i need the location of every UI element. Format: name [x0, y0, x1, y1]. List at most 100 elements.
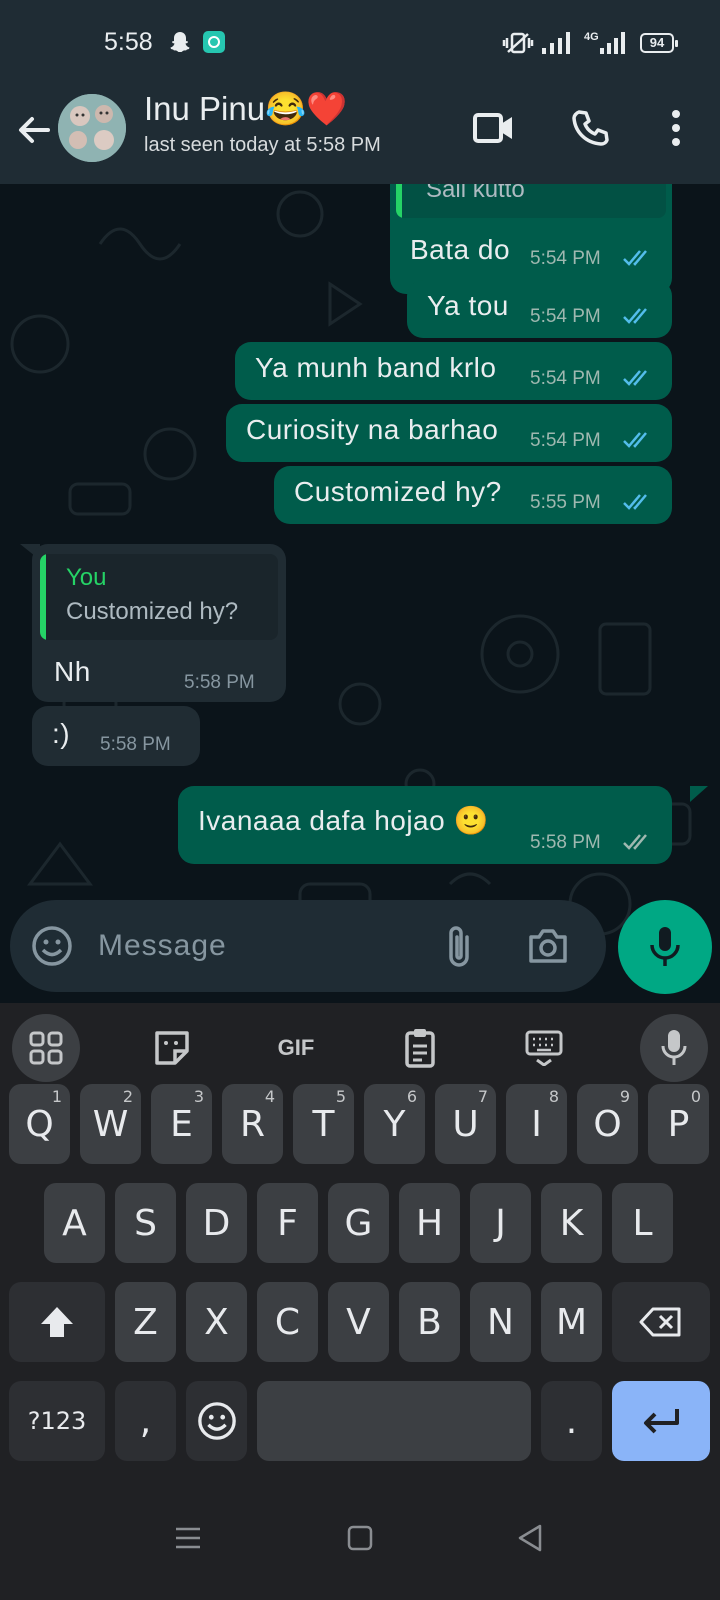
avatar[interactable] [58, 94, 126, 162]
back-button[interactable] [14, 110, 54, 150]
key-b[interactable]: B [399, 1282, 460, 1362]
key-z[interactable]: Z [115, 1282, 176, 1362]
sticker-button[interactable] [138, 1014, 206, 1082]
signal-4g-icon: 4G [584, 30, 630, 60]
key-a[interactable]: A [44, 1183, 105, 1263]
read-ticks-icon [623, 250, 647, 266]
key-l[interactable]: L [612, 1183, 673, 1263]
voice-call-button[interactable] [566, 104, 614, 152]
key-w[interactable]: 2W [80, 1084, 141, 1164]
key-y[interactable]: 6Y [364, 1084, 425, 1164]
key-v[interactable]: V [328, 1282, 389, 1362]
home-button[interactable] [338, 1516, 382, 1560]
key-u[interactable]: 7U [435, 1084, 496, 1164]
message-input[interactable] [98, 920, 428, 972]
message-bubble[interactable]: Customized hy? 5:55 PM [274, 466, 672, 524]
key-m[interactable]: M [541, 1282, 602, 1362]
message-text: Ivanaaa dafa hojao 🙂 [198, 805, 489, 836]
key-i[interactable]: 8I [506, 1084, 567, 1164]
emoji-icon [197, 1402, 236, 1440]
quote-author: You [66, 564, 107, 591]
key-hint: 0 [690, 1087, 701, 1106]
key-g[interactable]: G [328, 1183, 389, 1263]
key-q[interactable]: 1Q [9, 1084, 70, 1164]
video-call-button[interactable] [470, 104, 518, 152]
key-n[interactable]: N [470, 1282, 531, 1362]
more-options-button[interactable] [652, 104, 700, 152]
key-label: . [565, 1400, 578, 1442]
quoted-message[interactable]: You Customized hy? [40, 554, 278, 640]
camera-icon [529, 929, 567, 963]
gif-button[interactable]: GIF [262, 1014, 330, 1082]
voice-record-button[interactable] [618, 900, 712, 994]
key-p[interactable]: 0P [648, 1084, 709, 1164]
camera-button[interactable] [524, 922, 572, 970]
keyboard-settings-button[interactable] [510, 1014, 578, 1082]
back-nav-button[interactable] [508, 1516, 552, 1560]
phone-icon [572, 110, 609, 146]
chat-area[interactable]: Sali kutto Bata do 5:54 PM Ya tou 5:54 P… [0, 184, 720, 1000]
key-h[interactable]: H [399, 1183, 460, 1263]
video-call-icon [473, 113, 512, 143]
message-text: Nh [54, 656, 91, 687]
key-k[interactable]: K [541, 1183, 602, 1263]
message-bubble[interactable]: Curiosity na barhao 5:54 PM [226, 404, 672, 462]
key-label: R [239, 1103, 265, 1145]
message-text: Ya munh band krlo [255, 352, 497, 383]
key-x[interactable]: X [186, 1282, 247, 1362]
message-time: 5:54 PM [530, 430, 601, 451]
key-j[interactable]: J [470, 1183, 531, 1263]
chat-header: Inu Pinu😂❤️ last seen today at 5:58 PM [0, 88, 720, 184]
quoted-text: Customized hy? [66, 598, 239, 625]
shift-icon [41, 1307, 73, 1337]
message-composer[interactable] [10, 900, 606, 992]
message-bubble[interactable]: Ivanaaa dafa hojao 🙂 5:58 PM [178, 786, 672, 864]
space-key[interactable] [257, 1381, 531, 1461]
shift-key[interactable] [9, 1282, 105, 1362]
key-r[interactable]: 4R [222, 1084, 283, 1164]
status-bar: 5:58 4G 94 [0, 0, 720, 88]
clipboard-button[interactable] [386, 1014, 454, 1082]
mic-icon [661, 1030, 687, 1065]
key-label: O [593, 1103, 622, 1145]
message-bubble-incoming[interactable]: You Customized hy? Nh 5:58 PM [32, 544, 286, 702]
key-s[interactable]: S [115, 1183, 176, 1263]
message-bubble[interactable]: Ya munh band krlo 5:54 PM [235, 342, 672, 400]
message-text: Customized hy? [294, 476, 502, 507]
message-bubble-incoming[interactable]: :) 5:58 PM [32, 706, 200, 766]
delivered-ticks-icon [623, 834, 647, 850]
recents-button[interactable] [166, 1516, 210, 1560]
message-text: :) [52, 718, 71, 749]
comma-key[interactable]: , [115, 1381, 176, 1461]
back-triangle-icon [518, 1524, 542, 1552]
key-o[interactable]: 9O [577, 1084, 638, 1164]
voice-typing-button[interactable] [640, 1014, 708, 1082]
symbols-key[interactable]: ?123 [9, 1381, 105, 1461]
key-label: X [204, 1301, 229, 1343]
svg-text:4G: 4G [584, 31, 599, 43]
key-label: C [274, 1301, 301, 1343]
key-label: Z [133, 1301, 158, 1343]
read-ticks-icon [623, 370, 647, 386]
key-c[interactable]: C [257, 1282, 318, 1362]
attach-button[interactable] [438, 922, 482, 970]
period-key[interactable]: . [541, 1381, 602, 1461]
message-time: 5:58 PM [100, 734, 171, 755]
key-label: F [277, 1202, 298, 1244]
key-d[interactable]: D [186, 1183, 247, 1263]
quoted-message[interactable]: Sali kutto [396, 184, 666, 218]
enter-key[interactable] [612, 1381, 710, 1461]
message-bubble-partial[interactable]: Sali kutto Bata do 5:54 PM [390, 184, 672, 294]
apps-button[interactable] [12, 1014, 80, 1082]
contact-name[interactable]: Inu Pinu😂❤️ [144, 90, 347, 129]
key-f[interactable]: F [257, 1183, 318, 1263]
snapchat-notification-icon [168, 30, 192, 58]
message-bubble[interactable]: Ya tou 5:54 PM [407, 280, 672, 338]
key-e[interactable]: 3E [151, 1084, 212, 1164]
apps-grid-icon [29, 1031, 63, 1065]
emoji-key[interactable] [186, 1381, 247, 1461]
emoji-button[interactable] [30, 924, 74, 968]
key-label: U [452, 1103, 479, 1145]
backspace-key[interactable] [612, 1282, 710, 1362]
key-t[interactable]: 5T [293, 1084, 354, 1164]
